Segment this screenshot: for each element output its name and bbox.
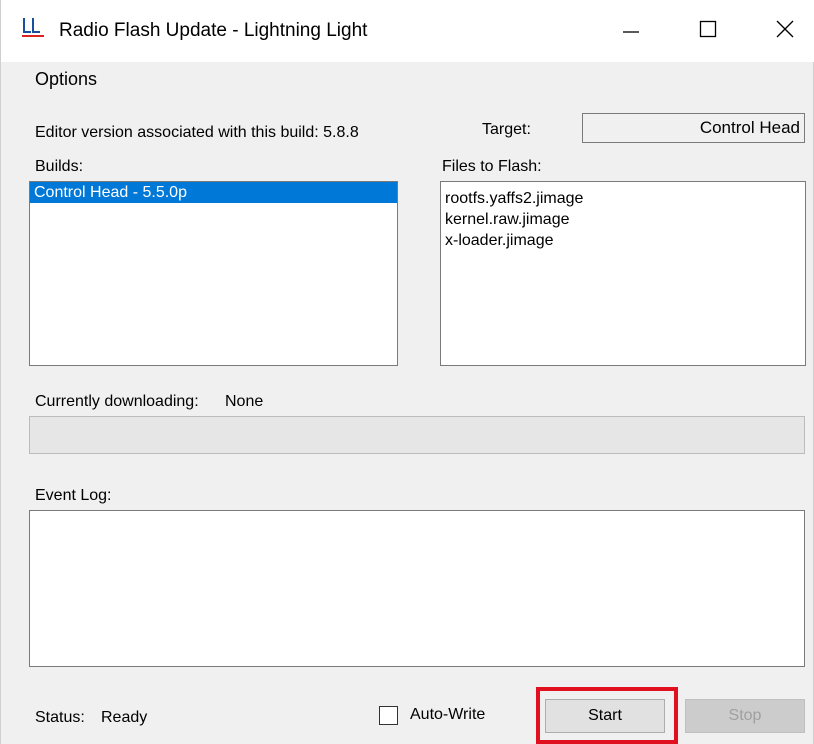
currently-downloading-label: Currently downloading:: [35, 393, 199, 410]
minimize-button[interactable]: [601, 0, 661, 62]
target-label: Target:: [482, 121, 531, 138]
auto-write-label[interactable]: Auto-Write: [410, 706, 485, 724]
builds-label: Builds:: [35, 158, 84, 175]
maximize-button[interactable]: [678, 0, 738, 62]
lightning-light-logo-icon: [21, 16, 45, 38]
app-window: Radio Flash Update - Lightning Light Opt…: [0, 0, 814, 744]
status-label: Status:: [35, 709, 85, 726]
event-log-label: Event Log:: [35, 487, 112, 504]
status-value: Ready: [101, 709, 148, 726]
menu-bar: Options: [1, 62, 813, 96]
stop-button: Stop: [685, 699, 805, 733]
target-field: Control Head: [582, 113, 805, 143]
event-log-box[interactable]: [29, 510, 805, 667]
builds-list[interactable]: Control Head - 5.5.0p: [29, 181, 398, 366]
menu-options[interactable]: Options: [35, 69, 97, 90]
minimize-icon: [622, 20, 640, 43]
download-progress-bar: [29, 416, 805, 454]
window-title: Radio Flash Update - Lightning Light: [59, 20, 368, 41]
close-button[interactable]: [755, 0, 814, 62]
close-icon: [776, 20, 794, 43]
files-to-flash-list[interactable]: rootfs.yaffs2.jimage kernel.raw.jimage x…: [440, 181, 806, 366]
file-item[interactable]: rootfs.yaffs2.jimage: [441, 188, 805, 209]
currently-downloading-value: None: [225, 393, 264, 410]
start-button-highlight-box: [536, 687, 678, 744]
auto-write-checkbox[interactable]: [379, 706, 398, 725]
build-item-control-head[interactable]: Control Head - 5.5.0p: [30, 182, 397, 203]
files-to-flash-label: Files to Flash:: [442, 158, 542, 175]
title-bar[interactable]: Radio Flash Update - Lightning Light: [1, 0, 814, 62]
file-item[interactable]: kernel.raw.jimage: [441, 209, 805, 230]
maximize-icon: [699, 20, 717, 43]
editor-version-label: Editor version associated with this buil…: [35, 124, 359, 141]
file-item[interactable]: x-loader.jimage: [441, 230, 805, 251]
